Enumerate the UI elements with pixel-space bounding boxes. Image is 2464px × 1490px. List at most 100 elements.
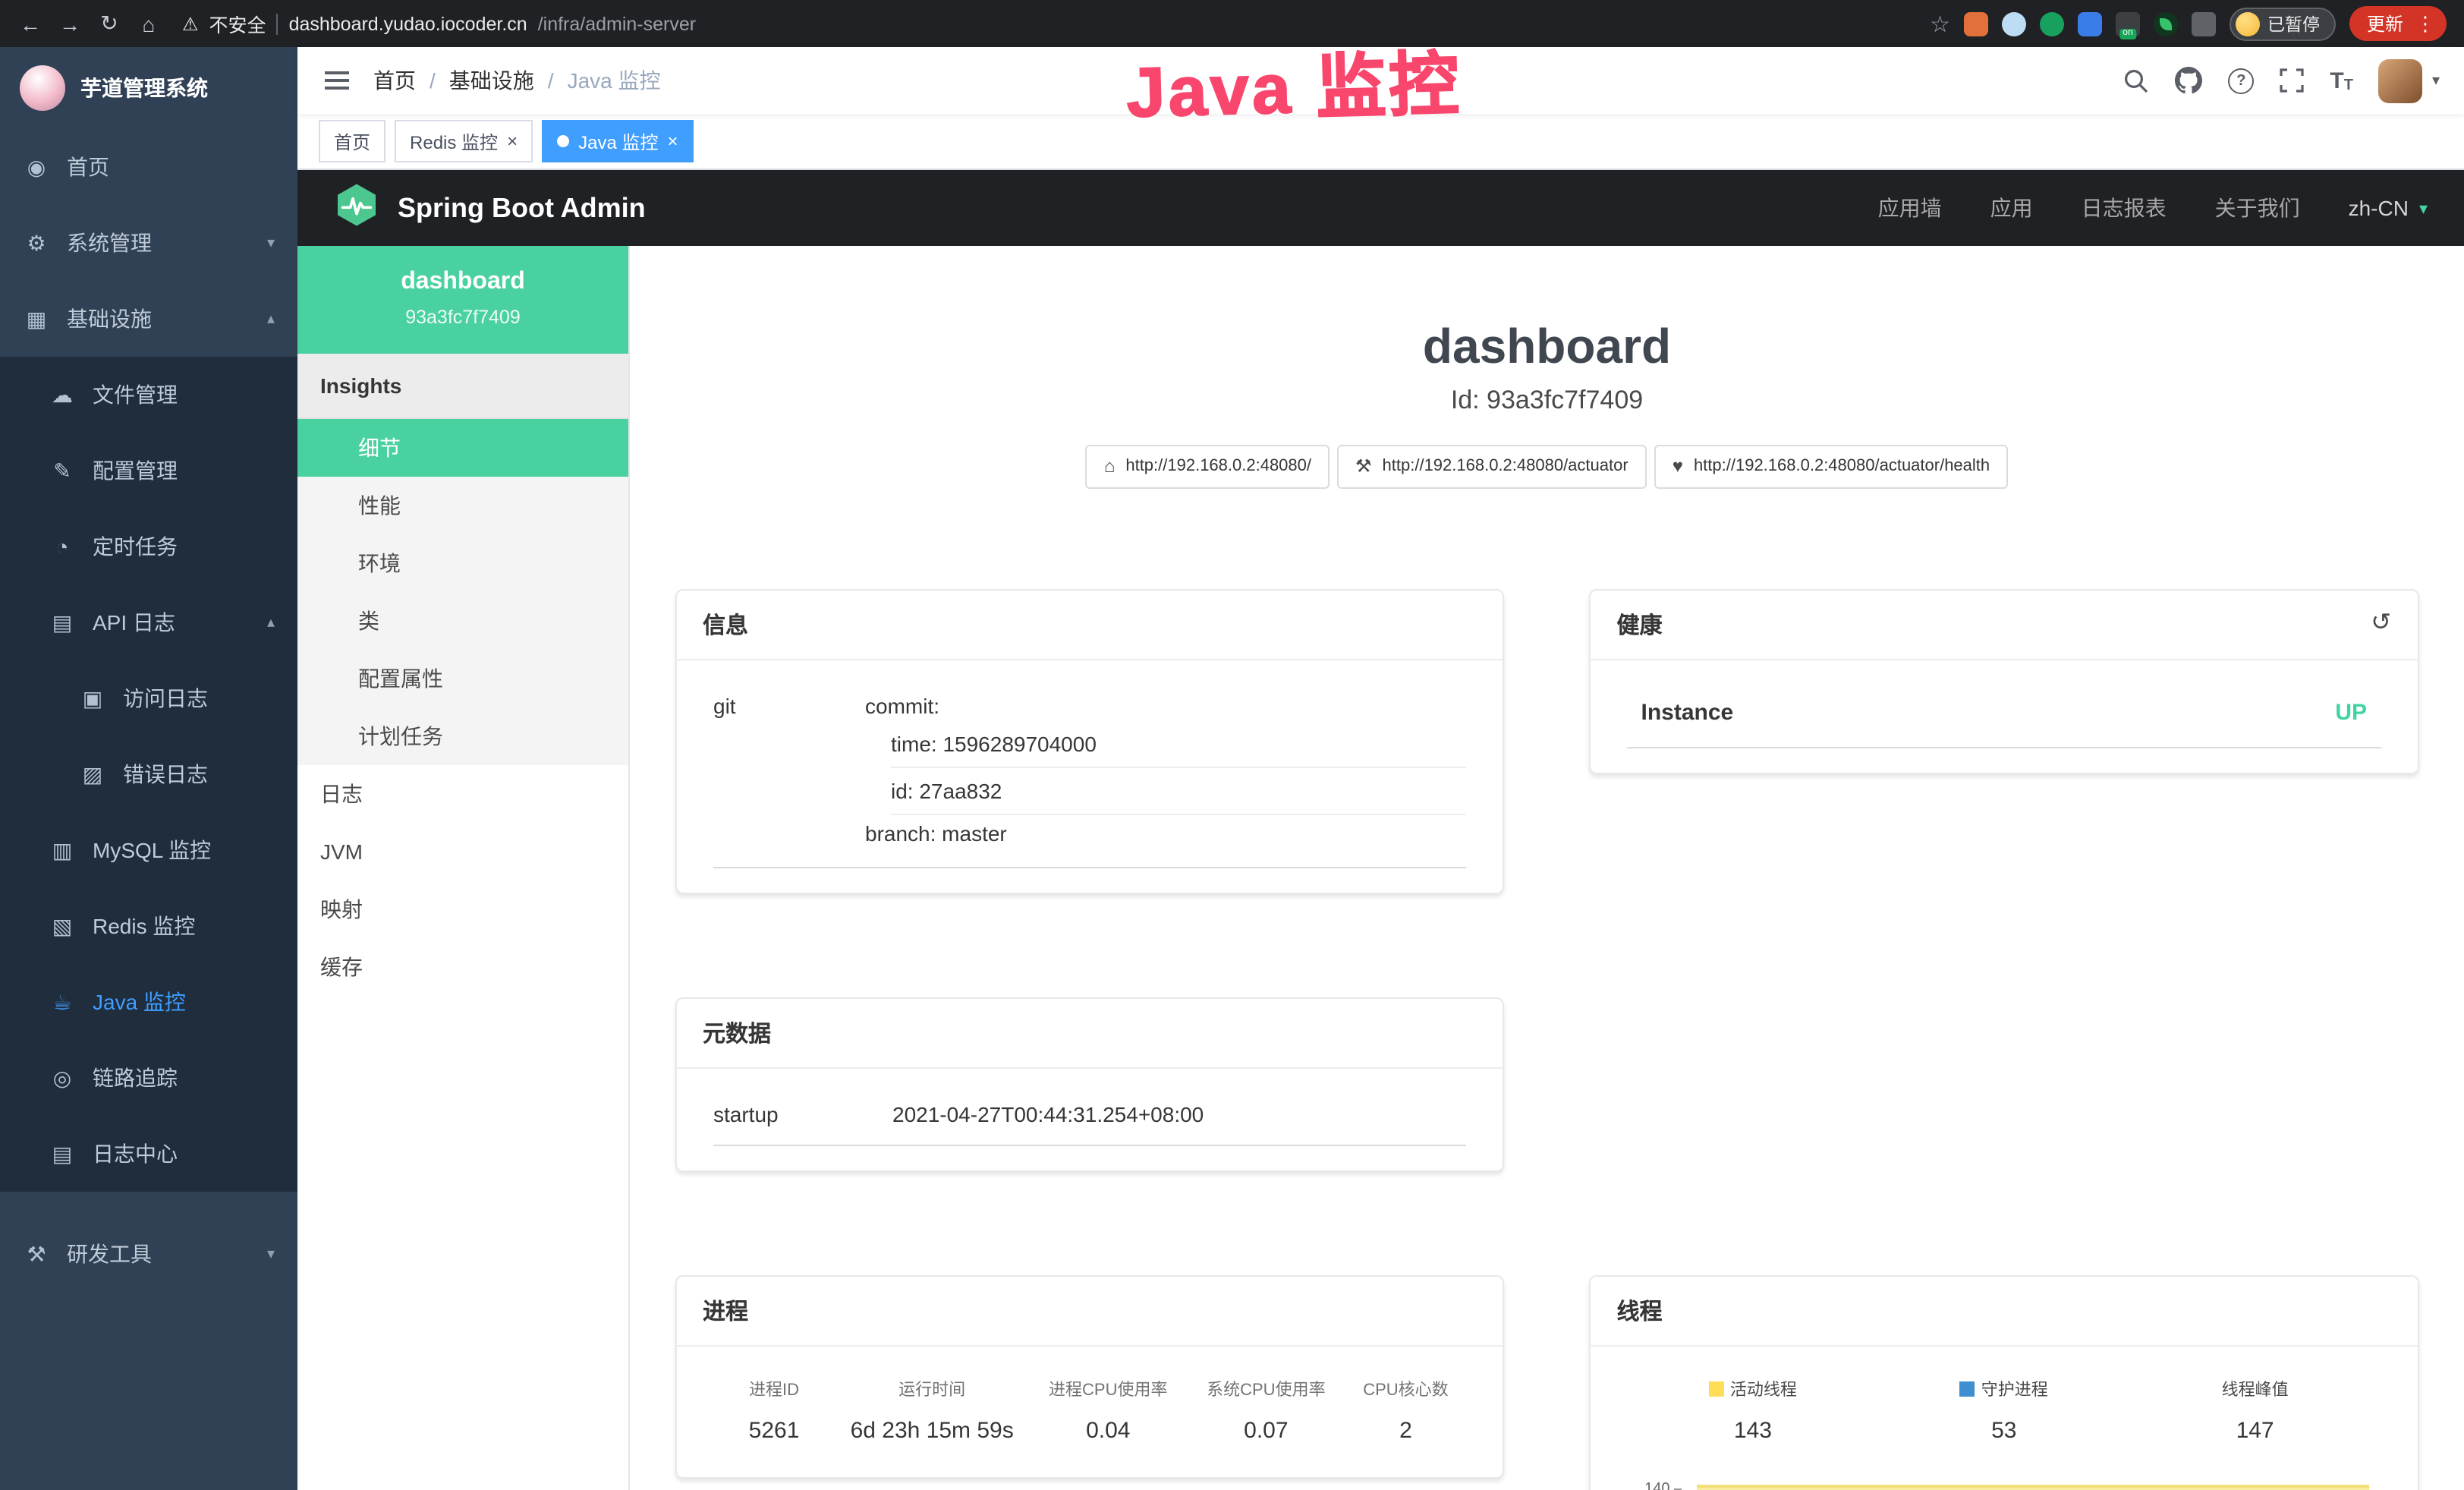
locale-select[interactable]: zh-CN ▾ bbox=[2349, 196, 2428, 220]
extensions-puzzle-icon[interactable] bbox=[2192, 11, 2216, 36]
sidebar-item-config-manage[interactable]: ✎ 配置管理 bbox=[0, 433, 297, 509]
forward-icon[interactable]: → bbox=[52, 5, 88, 42]
breadcrumb-infra[interactable]: 基础设施 bbox=[449, 65, 534, 96]
sidebar-item-label: 访问日志 bbox=[123, 683, 208, 713]
legend-daemon-threads: 守护进程 53 bbox=[1878, 1377, 2129, 1444]
sba-item-details[interactable]: 细节 bbox=[297, 419, 628, 477]
health-instance-row[interactable]: Instance UP bbox=[1628, 688, 2381, 748]
sba-other-items: 日志 JVM 映射 缓存 bbox=[297, 765, 628, 996]
history-icon[interactable]: ↺ bbox=[2371, 613, 2391, 637]
sidebar-item-system[interactable]: ⚙ 系统管理 ▾ bbox=[0, 205, 297, 281]
close-icon[interactable]: × bbox=[667, 132, 678, 150]
sidebar-item-redis-monitor[interactable]: ▧ Redis 监控 bbox=[0, 888, 297, 964]
sidebar-item-label: 日志中心 bbox=[93, 1139, 178, 1169]
fullscreen-icon[interactable] bbox=[2280, 68, 2304, 93]
java-icon: ☕ bbox=[49, 989, 76, 1015]
sidebar-item-file-manage[interactable]: ☁ 文件管理 bbox=[0, 357, 297, 433]
sidebar-item-log-center[interactable]: ▤ 日志中心 bbox=[0, 1116, 297, 1192]
sidebar-item-mysql-monitor[interactable]: ▥ MySQL 监控 bbox=[0, 812, 297, 888]
log-center-icon: ▤ bbox=[49, 1141, 76, 1167]
health-url-link[interactable]: ♥ http://192.168.0.2:48080/actuator/heal… bbox=[1654, 445, 2008, 489]
sidebar-item-label: Java 监控 bbox=[93, 987, 186, 1017]
extension-icon-1[interactable] bbox=[1964, 11, 1988, 36]
info-card-title: 信息 bbox=[677, 591, 1503, 660]
app-logo-row[interactable]: 芋道管理系统 bbox=[0, 47, 297, 129]
sba-nav-applications[interactable]: 应用 bbox=[1990, 193, 2033, 223]
breadcrumb-current: Java 监控 bbox=[568, 65, 661, 96]
font-size-icon[interactable]: T T bbox=[2330, 68, 2353, 93]
extension-icon-2[interactable] bbox=[2002, 11, 2026, 36]
sba-item-mappings[interactable]: 映射 bbox=[297, 880, 628, 938]
infra-submenu: ☁ 文件管理 ✎ 配置管理 ◔ 定时任务 ▤ API 日志 ▴ bbox=[0, 357, 297, 1192]
sba-item-metrics[interactable]: 性能 bbox=[297, 477, 628, 534]
user-menu[interactable]: ▾ bbox=[2379, 58, 2440, 102]
page-instance-id: Id: 93a3fc7f7409 bbox=[675, 386, 2418, 416]
sba-item-jvm[interactable]: JVM bbox=[297, 823, 628, 880]
process-stat: 进程ID 5261 bbox=[713, 1377, 835, 1444]
reload-icon[interactable]: ↻ bbox=[91, 5, 127, 42]
breadcrumb-home[interactable]: 首页 bbox=[373, 65, 416, 96]
redis-icon: ▧ bbox=[49, 913, 76, 939]
sba-instance-header[interactable]: dashboard 93a3fc7f7409 bbox=[297, 246, 628, 354]
locale-value: zh-CN bbox=[2349, 196, 2409, 220]
sba-brand[interactable]: Spring Boot Admin bbox=[398, 192, 646, 224]
sidebar-item-scheduled-jobs[interactable]: ◔ 定时任务 bbox=[0, 509, 297, 584]
back-icon[interactable]: ← bbox=[12, 5, 49, 42]
sidebar-item-infra[interactable]: ▦ 基础设施 ▴ bbox=[0, 281, 297, 357]
instance-url-link[interactable]: ⌂ http://192.168.0.2:48080/ bbox=[1086, 445, 1330, 489]
cards-grid: 信息 git commit: time: 1596289704000 id: 2… bbox=[675, 589, 2418, 1490]
leaf-icon bbox=[2160, 17, 2172, 30]
extension-icon-leaf[interactable] bbox=[2154, 11, 2178, 36]
legend-swatch-blue bbox=[1960, 1381, 1975, 1397]
sba-item-classes[interactable]: 类 bbox=[297, 592, 628, 650]
url-path[interactable]: /infra/admin-server bbox=[538, 13, 696, 34]
home-icon[interactable]: ⌂ bbox=[131, 5, 167, 42]
bookmark-star-icon[interactable]: ☆ bbox=[1930, 10, 1950, 37]
sidebar-item-label: Redis 监控 bbox=[93, 911, 195, 941]
browser-menu-icon[interactable]: ⋮ bbox=[2415, 11, 2435, 36]
tag-home[interactable]: 首页 bbox=[319, 120, 385, 162]
security-label[interactable]: 不安全 bbox=[209, 9, 266, 38]
sba-nav-journal[interactable]: 日志报表 bbox=[2082, 193, 2167, 223]
profile-paused-chip[interactable]: 已暂停 bbox=[2230, 7, 2337, 40]
sba-logo-icon[interactable] bbox=[334, 181, 379, 235]
sidebar-item-label: 定时任务 bbox=[93, 531, 178, 562]
page-title: dashboard bbox=[675, 319, 2418, 375]
url-host[interactable]: dashboard.yudao.iocoder.cn bbox=[289, 13, 527, 34]
address-bar[interactable]: ⚠ 不安全 dashboard.yudao.iocoder.cn/infra/a… bbox=[182, 9, 1930, 38]
sba-item-label: 映射 bbox=[320, 894, 363, 925]
hamburger-icon[interactable] bbox=[322, 64, 352, 97]
extension-icon-3[interactable] bbox=[2040, 11, 2064, 36]
sidebar-item-trace[interactable]: ◎ 链路追踪 bbox=[0, 1040, 297, 1116]
stat-label: 系统CPU使用率 bbox=[1193, 1377, 1339, 1401]
on-badge: on bbox=[2119, 28, 2135, 39]
sidebar-item-error-log[interactable]: ▨ 错误日志 bbox=[0, 736, 297, 812]
sba-item-label: JVM bbox=[320, 840, 363, 864]
update-button[interactable]: 更新 ⋮ bbox=[2350, 6, 2446, 41]
search-icon[interactable] bbox=[2123, 68, 2149, 93]
tag-java-monitor[interactable]: Java 监控 × bbox=[542, 120, 693, 162]
info-card: 信息 git commit: time: 1596289704000 id: 2… bbox=[675, 589, 1505, 894]
github-icon[interactable] bbox=[2175, 67, 2202, 94]
sba-item-caches[interactable]: 缓存 bbox=[297, 938, 628, 996]
actuator-url-link[interactable]: ⚒ http://192.168.0.2:48080/actuator bbox=[1337, 445, 1647, 489]
sba-item-environment[interactable]: 环境 bbox=[297, 534, 628, 592]
sba-nav-wallboard[interactable]: 应用墙 bbox=[1878, 193, 1942, 223]
sba-item-config-props[interactable]: 配置属性 bbox=[297, 650, 628, 707]
sidebar-item-java-monitor[interactable]: ☕ Java 监控 bbox=[0, 964, 297, 1040]
sba-item-scheduled-tasks[interactable]: 计划任务 bbox=[297, 707, 628, 765]
help-icon[interactable]: ? bbox=[2228, 68, 2254, 93]
sba-item-label: 配置属性 bbox=[358, 663, 443, 694]
extension-icon-on[interactable]: on bbox=[2116, 11, 2140, 36]
extension-icon-4[interactable] bbox=[2078, 11, 2102, 36]
sidebar-item-access-log[interactable]: ▣ 访问日志 bbox=[0, 660, 297, 736]
sba-item-logs[interactable]: 日志 bbox=[297, 765, 628, 823]
browser-nav: ← → ↻ ⌂ bbox=[12, 5, 167, 42]
sidebar-item-dev-tools[interactable]: ⚒ 研发工具 ▾ bbox=[0, 1216, 297, 1292]
chevron-down-icon: ▾ bbox=[2419, 198, 2428, 218]
tag-redis-monitor[interactable]: Redis 监控 × bbox=[395, 120, 533, 162]
close-icon[interactable]: × bbox=[507, 132, 518, 150]
sidebar-item-api-log[interactable]: ▤ API 日志 ▴ bbox=[0, 584, 297, 660]
sidebar-item-home[interactable]: ◉ 首页 bbox=[0, 129, 297, 205]
sba-nav-about[interactable]: 关于我们 bbox=[2215, 193, 2300, 223]
